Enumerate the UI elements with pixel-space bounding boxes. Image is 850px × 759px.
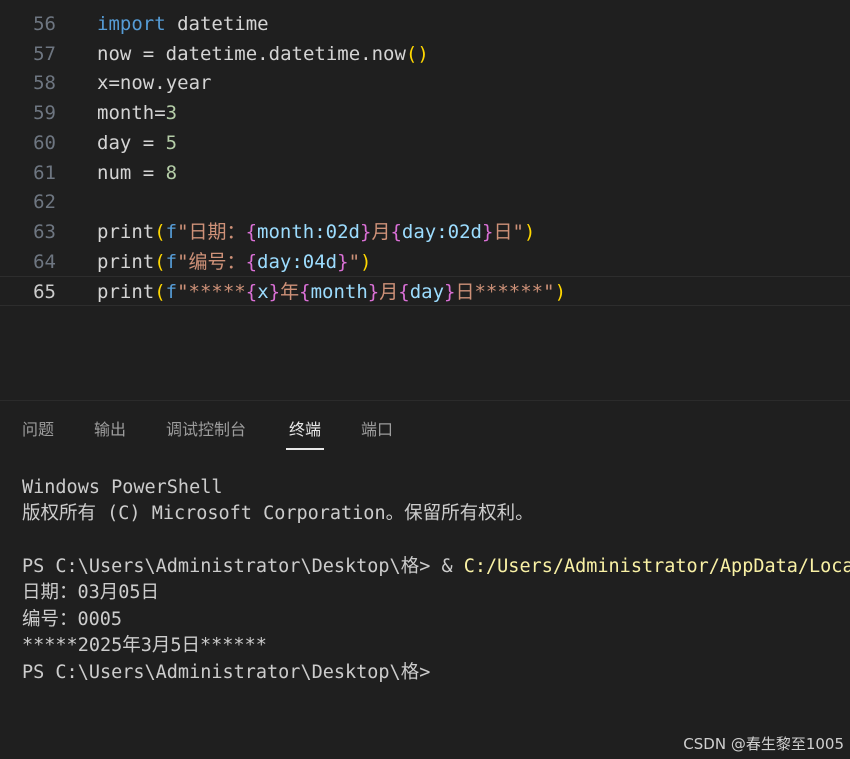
tab-label: 输出 <box>94 420 127 439</box>
tab-label: 端口 <box>361 420 394 439</box>
tab-label: 终端 <box>289 420 322 439</box>
code-line: 63 print(f"日期：{month:02d}月{day:02d}日") <box>0 217 850 247</box>
tab-terminal[interactable]: 终端 <box>286 419 325 450</box>
line-number: 55 <box>0 0 56 6</box>
code-line: 55 <box>0 0 850 6</box>
line-number: 60 <box>33 131 56 154</box>
line-number: 56 <box>33 13 56 35</box>
terminal-output[interactable]: Windows PowerShell 版权所有 (C) Microsoft Co… <box>0 470 850 750</box>
terminal-call-operator: & <box>441 556 464 577</box>
code-text: x=now.year <box>97 72 212 95</box>
code-line: 58 x=now.year <box>0 68 850 98</box>
terminal-output-line: 日期：03月05日 <box>22 582 160 603</box>
tab-debug-console[interactable]: 调试控制台 <box>166 419 246 441</box>
line-number: 57 <box>33 42 56 65</box>
watermark: CSDN @春生黎至1005 <box>683 735 844 753</box>
line-number: 65 <box>33 281 56 304</box>
code-line: 62 <box>0 187 850 217</box>
terminal-prompt: PS C:\Users\Administrator\Desktop\格> <box>22 556 442 577</box>
tab-output[interactable]: 输出 <box>94 419 126 441</box>
code-line: 65 print(f"*****{x}年{month}月{day}日******"… <box>0 276 850 307</box>
terminal-line: Windows PowerShell <box>22 477 223 498</box>
code-line: 59 month=3 <box>0 98 850 128</box>
line-number: 61 <box>33 161 56 184</box>
code-text: import datetime <box>97 13 269 35</box>
tab-problems[interactable]: 问题 <box>22 419 54 441</box>
terminal-command-path: C:/Users/Administrator/AppData/Local <box>463 556 850 577</box>
code-text: month=3 <box>97 102 178 125</box>
code-text: num = 8 <box>97 161 178 184</box>
line-number: 62 <box>33 191 56 214</box>
code-line: 60 day = 5 <box>0 128 850 158</box>
code-text: print(f"日期：{month:02d}月{day:02d}日") <box>97 220 536 243</box>
code-editor[interactable]: 55 56 import datetime 57 now = datetime.date… <box>0 0 850 400</box>
code-text: day = 5 <box>97 131 178 154</box>
code-line: 56 import datetime <box>0 9 850 39</box>
terminal-output-line: *****2025年3月5日****** <box>22 635 267 656</box>
line-number: 64 <box>33 250 56 273</box>
terminal-output-line: 编号：0005 <box>22 609 123 630</box>
line-number: 59 <box>33 102 56 125</box>
code-line: 57 now = datetime.datetime.now() <box>0 39 850 69</box>
tab-label: 问题 <box>22 420 55 439</box>
terminal-line: 版权所有 (C) Microsoft Corporation。保留所有权利。 <box>22 503 534 524</box>
line-number: 63 <box>33 220 56 243</box>
tab-ports[interactable]: 端口 <box>361 419 393 441</box>
terminal-command-line: PS C:\Users\Administrator\Desktop\格> & C… <box>22 554 850 580</box>
line-number: 58 <box>33 72 56 95</box>
code-text: print(f"编号：{day:04d}") <box>97 250 372 273</box>
code-text: print(f"*****{x}年{month}月{day}日******") <box>97 281 567 304</box>
code-text: now = datetime.datetime.now() <box>97 42 429 65</box>
panel-tab-bar: 问题 输出 调试控制台 终端 端口 <box>0 401 850 456</box>
terminal-prompt: PS C:\Users\Administrator\Desktop\格> <box>22 662 431 683</box>
code-line: 61 num = 8 <box>0 158 850 188</box>
active-tab-indicator <box>286 448 325 450</box>
tab-label: 调试控制台 <box>166 420 247 439</box>
code-line: 64 print(f"编号：{day:04d}") <box>0 247 850 277</box>
